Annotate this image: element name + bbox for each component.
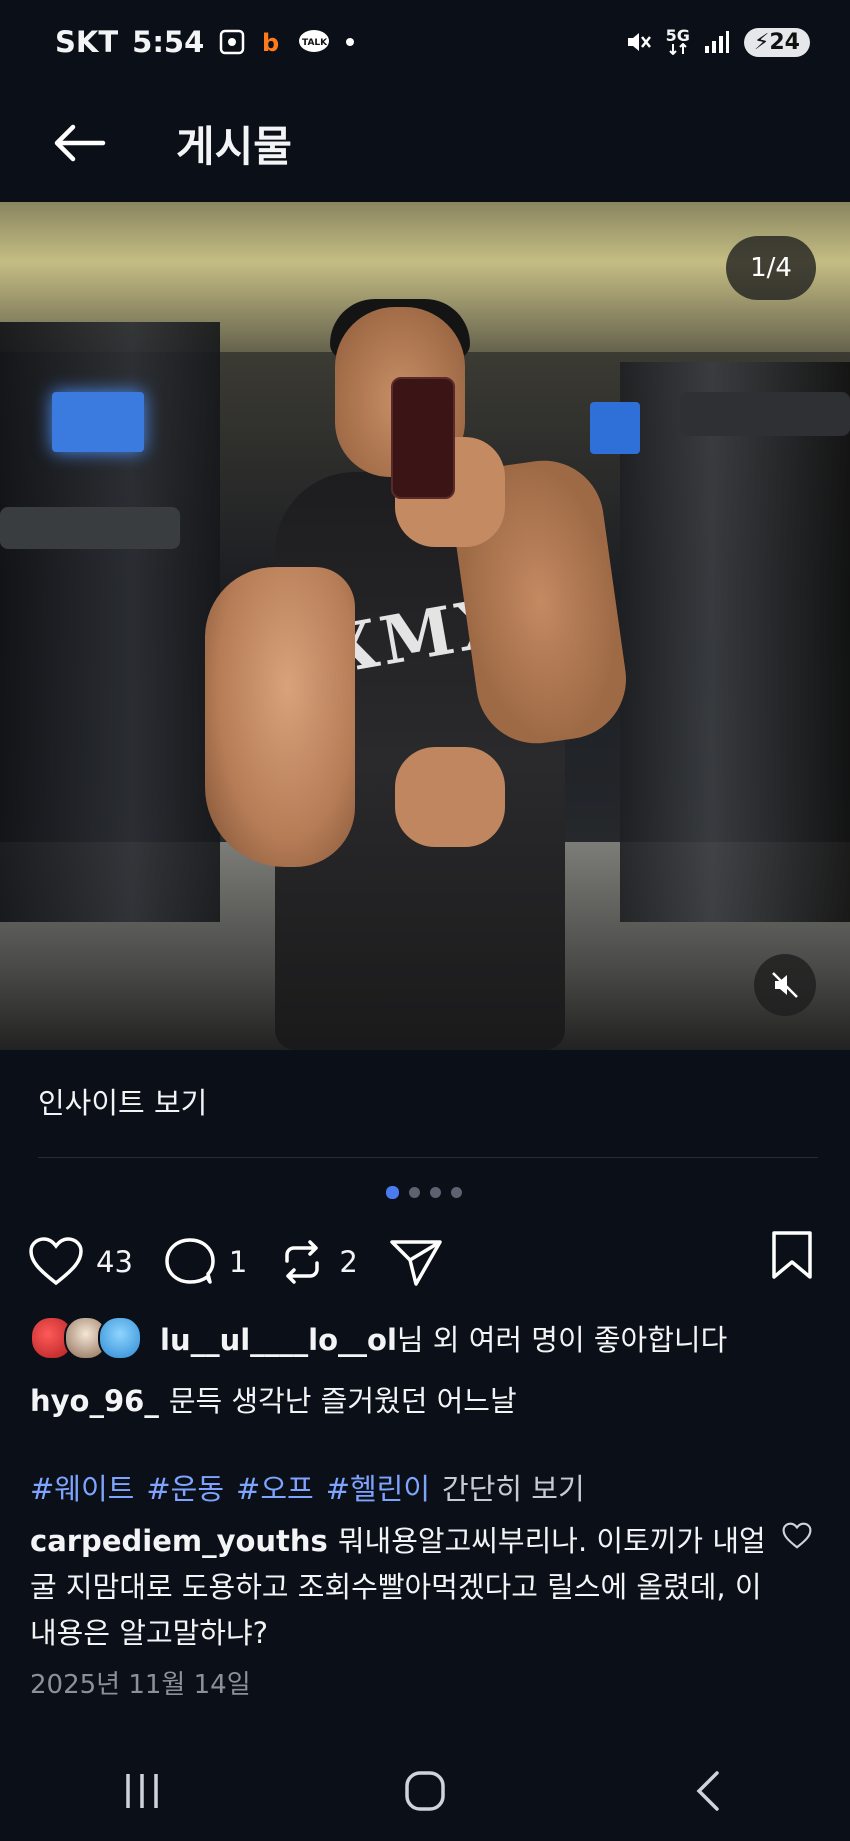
chevron-left-icon	[696, 1771, 720, 1811]
liker-username[interactable]: lu__ul____lo__ol	[160, 1323, 397, 1357]
hashtag-link[interactable]: #운동	[146, 1466, 224, 1508]
post-photo-subject: XMXL	[205, 299, 634, 1050]
mute-status-icon	[624, 28, 652, 56]
system-back-button[interactable]	[658, 1751, 758, 1831]
pagination-dot	[430, 1187, 441, 1198]
recents-icon	[125, 1774, 158, 1808]
post-media-carousel[interactable]: XMXL 1/4	[0, 202, 850, 1050]
carrier-label: SKT	[55, 25, 119, 59]
like-button[interactable]: 43	[28, 1237, 133, 1287]
pagination-dot-active	[386, 1186, 399, 1199]
screenshot-icon	[218, 28, 246, 56]
svg-text:b: b	[262, 29, 279, 56]
network-type: 5G	[665, 26, 690, 45]
share-button[interactable]	[388, 1236, 444, 1288]
liked-by-text: lu__ul____lo__ol님 외 여러 명이 좋아합니다	[160, 1317, 727, 1359]
author-username[interactable]: hyo_96_	[30, 1384, 159, 1418]
hashtag-row: #웨이트 #운동 #오프 #헬린이 간단히 보기	[30, 1466, 585, 1508]
comment-count: 1	[228, 1245, 248, 1279]
liked-by-suffix: 님 외 여러 명이 좋아합니다	[396, 1323, 728, 1357]
comment-like-button[interactable]	[782, 1522, 812, 1554]
clock-time: 5:54	[132, 25, 205, 59]
heart-outline-icon	[782, 1522, 812, 1549]
comment-button[interactable]: 1	[163, 1235, 247, 1289]
hashtag-link[interactable]: #헬린이	[326, 1466, 430, 1508]
hashtag-link[interactable]: #오프	[236, 1466, 314, 1508]
back-button[interactable]	[34, 98, 124, 188]
caption-text: 문득 생각난 즐거웠던 어느날	[168, 1384, 517, 1418]
hashtag-link[interactable]: #웨이트	[30, 1466, 134, 1508]
commenter-username[interactable]: carpediem_youths	[30, 1524, 328, 1558]
carousel-pagination	[386, 1186, 462, 1199]
liked-by-row[interactable]: lu__ul____lo__ol님 외 여러 명이 좋아합니다	[30, 1316, 727, 1360]
page-title: 게시물	[176, 121, 292, 171]
signal-bars-icon	[704, 30, 730, 54]
pagination-dot	[451, 1187, 462, 1198]
system-nav-bar	[0, 1741, 850, 1841]
repost-icon	[285, 1240, 320, 1284]
repost-button[interactable]: 2	[277, 1237, 358, 1287]
battery-level: 24	[769, 29, 800, 55]
like-count: 43	[96, 1245, 133, 1279]
heart-icon	[29, 1237, 83, 1286]
band-app-icon: b	[260, 28, 284, 56]
back-arrow-icon	[54, 124, 106, 162]
status-bar: SKT 5:54 b TALK 5G ⚡24	[0, 0, 850, 84]
home-icon	[405, 1771, 445, 1811]
notification-dot-icon	[344, 36, 356, 48]
pagination-dot	[409, 1187, 420, 1198]
post-date: 2025년 11월 14일	[30, 1670, 251, 1700]
collapse-caption-link[interactable]: 간단히 보기	[442, 1466, 585, 1508]
view-insights-link[interactable]: 인사이트 보기	[38, 1080, 207, 1122]
liker-avatars	[30, 1316, 142, 1360]
kakaotalk-icon: TALK	[298, 28, 330, 56]
recent-apps-button[interactable]	[92, 1751, 192, 1831]
home-button[interactable]	[375, 1751, 475, 1831]
post-action-bar: 43 1 2	[28, 1228, 828, 1296]
5g-signal-icon: 5G	[665, 26, 690, 55]
avatar	[98, 1316, 142, 1360]
app-header: 게시물	[0, 84, 850, 202]
media-page-counter: 1/4	[726, 236, 816, 300]
comment-bubble-icon	[165, 1238, 215, 1284]
save-button[interactable]	[770, 1230, 814, 1284]
divider	[38, 1157, 818, 1158]
bookmark-icon	[772, 1231, 812, 1279]
send-icon	[390, 1240, 442, 1286]
mute-button[interactable]	[754, 954, 816, 1016]
svg-text:TALK: TALK	[302, 38, 328, 48]
battery-indicator: ⚡24	[743, 27, 810, 57]
speaker-muted-icon	[772, 972, 798, 998]
comment-item: carpediem_youths 뭐내용알고씨부리나. 이토끼가 내얼굴 지맘대로…	[30, 1518, 770, 1656]
repost-count: 2	[339, 1245, 358, 1279]
post-caption: hyo_96_ 문득 생각난 즐거웠던 어느날	[30, 1378, 517, 1420]
